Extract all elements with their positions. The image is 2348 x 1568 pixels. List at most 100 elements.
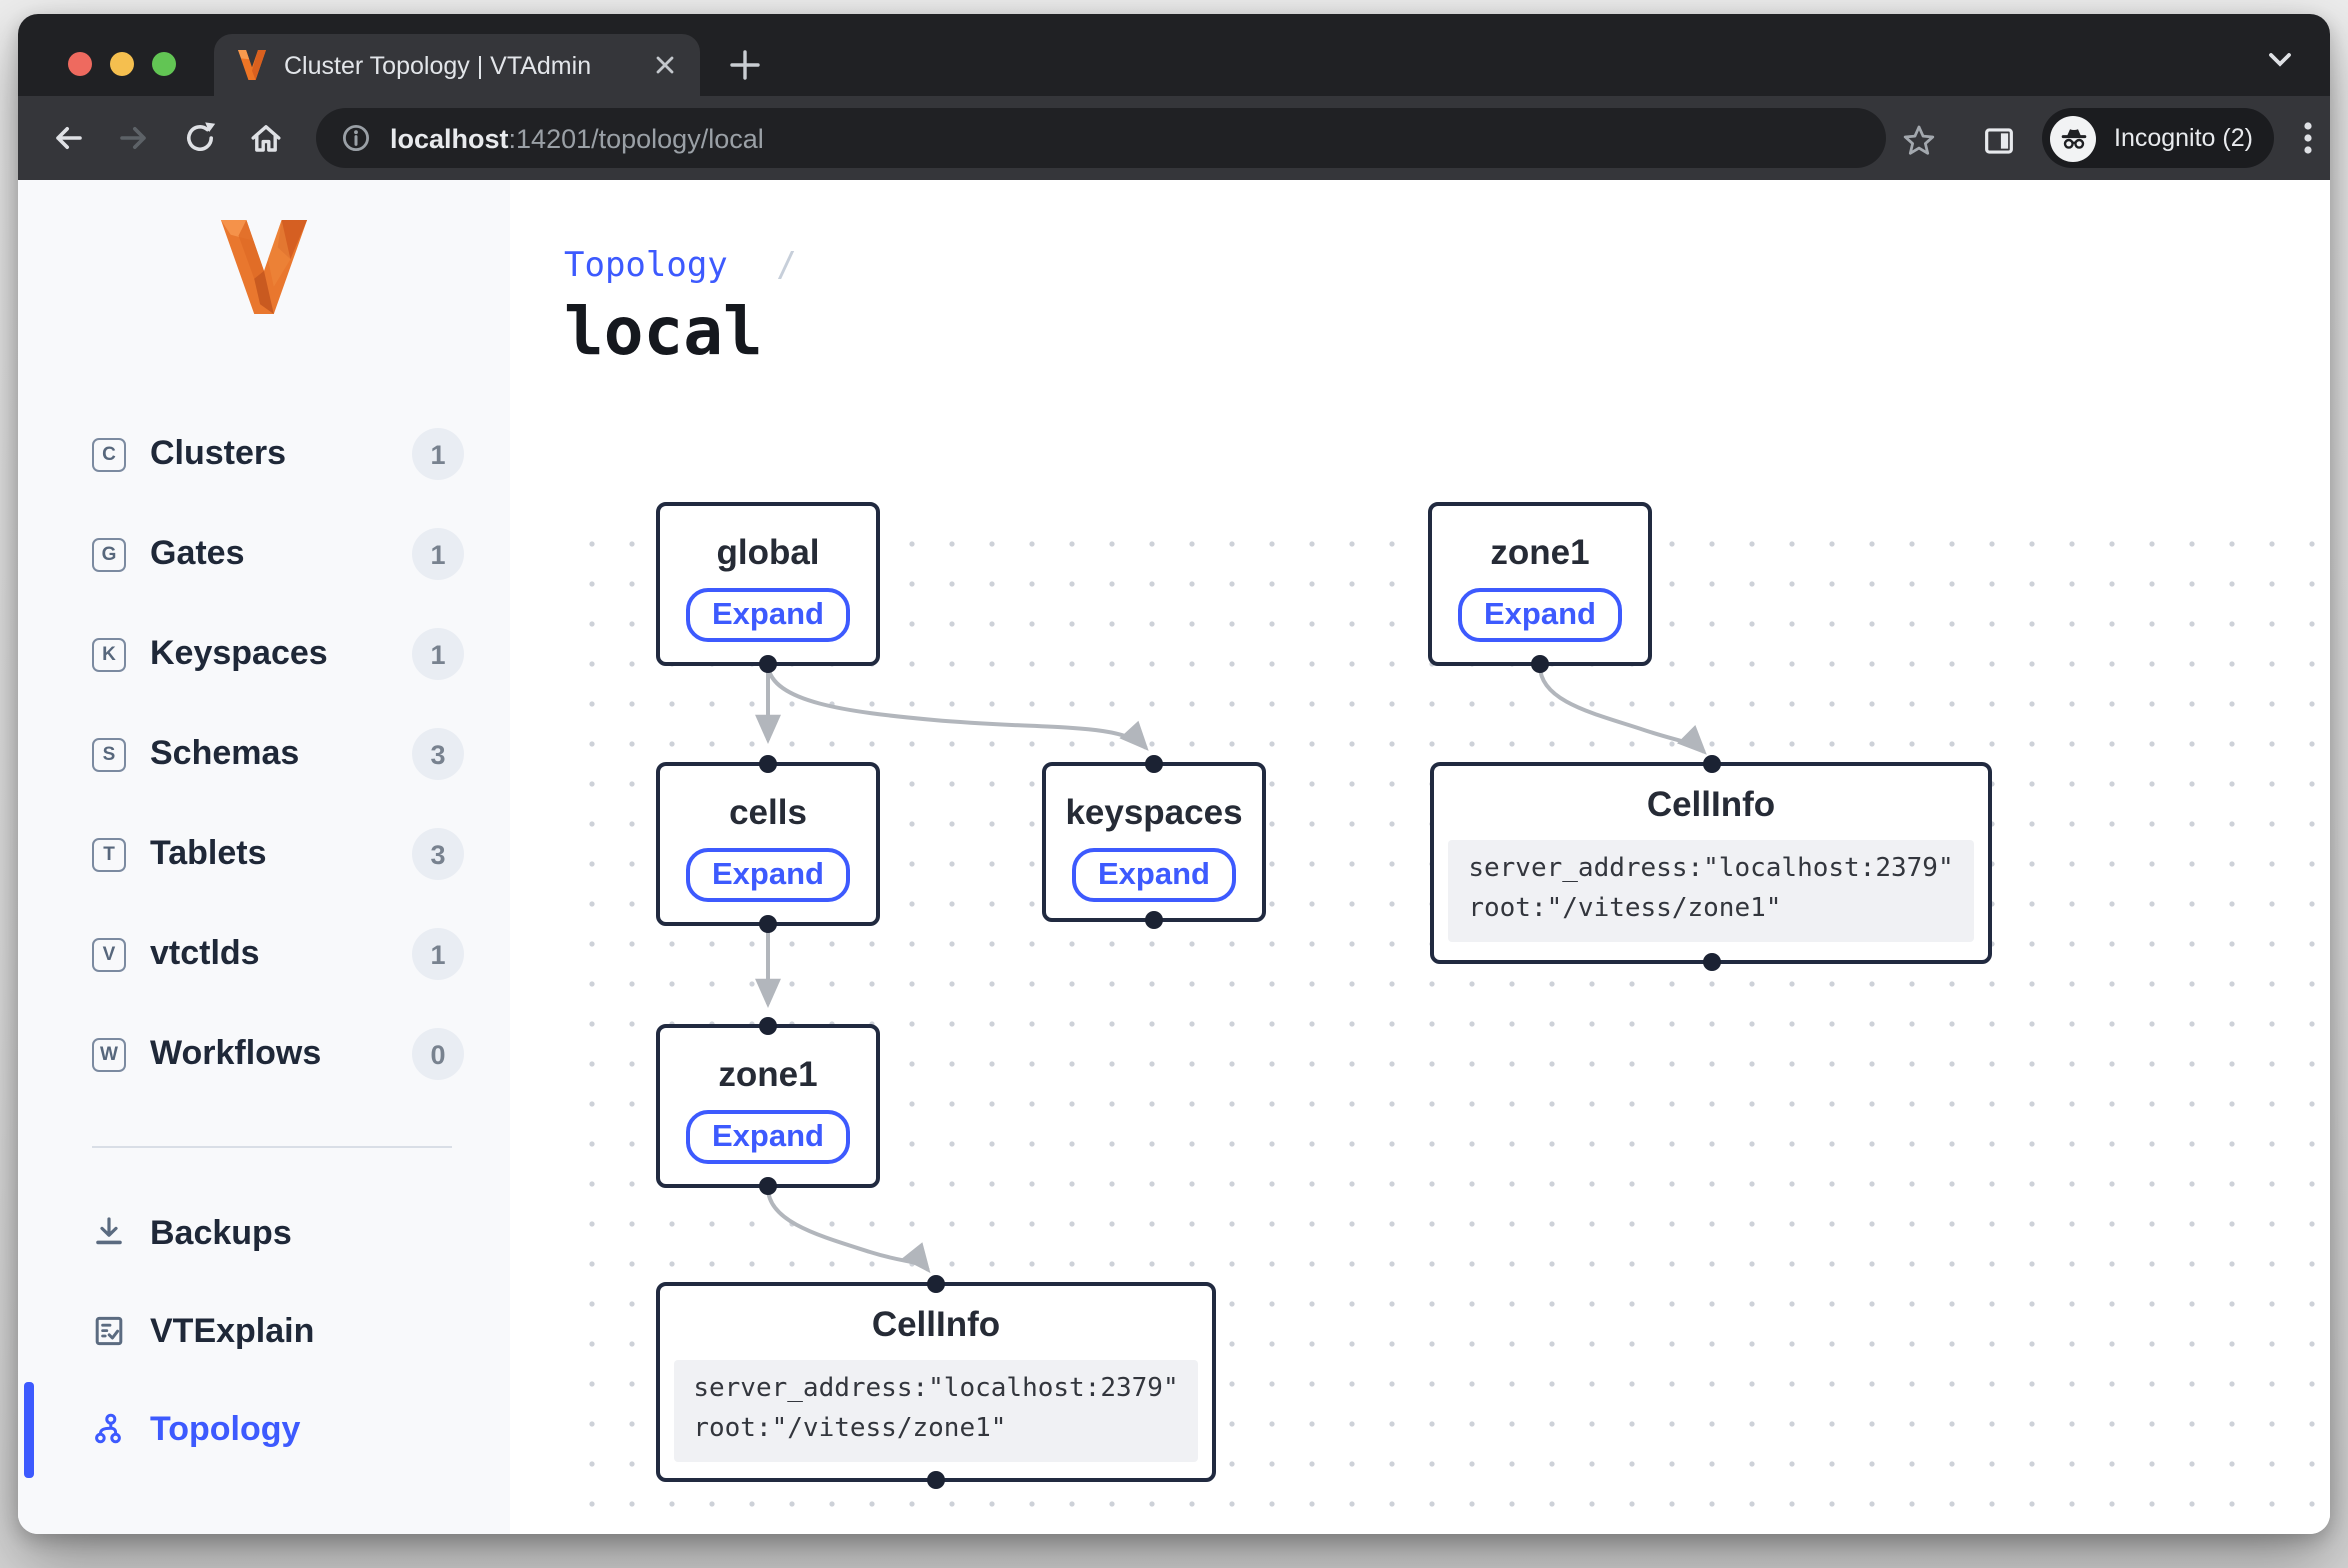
browser-menu-icon[interactable] — [2290, 120, 2326, 156]
url-host: localhost — [390, 123, 509, 153]
node-cellinfo-right: CellInfo server_address:"localhost:2379"… — [1430, 762, 1992, 964]
expand-button-zone1-top[interactable]: Expand — [1458, 588, 1622, 642]
window-zoom-button[interactable] — [152, 52, 176, 76]
keyspaces-icon: K — [92, 637, 126, 671]
count-badge: 1 — [412, 628, 464, 680]
screen: Cluster Topology | VTAdmin — [0, 0, 2348, 1568]
incognito-label: Incognito (2) — [2114, 124, 2253, 152]
count-badge: 0 — [412, 1028, 464, 1080]
node-title: zone1 — [718, 1054, 817, 1096]
connection-port — [927, 1471, 945, 1489]
node-title: global — [716, 532, 819, 574]
sidebar-item-label: Clusters — [150, 434, 286, 474]
vtctlds-icon: V — [92, 937, 126, 971]
node-title: zone1 — [1490, 532, 1589, 574]
node-cells: cells Expand — [656, 762, 880, 926]
page-content: C Clusters 1 G Gates 1 K Keyspaces 1 — [18, 180, 2330, 1534]
cellinfo-code: server_address:"localhost:2379" root:"/vi… — [673, 1360, 1198, 1463]
tab-title: Cluster Topology | VTAdmin — [284, 51, 648, 79]
sidebar-item-label: VTExplain — [150, 1311, 314, 1351]
workflows-icon: W — [92, 1037, 126, 1071]
checklist-icon — [92, 1314, 126, 1348]
sidebar-item-backups[interactable]: Backups — [18, 1184, 510, 1282]
code-line: server_address:"localhost:2379" — [693, 1374, 1178, 1404]
count-badge: 1 — [412, 428, 464, 480]
sidebar-item-label: Tablets — [150, 834, 267, 874]
expand-button-keyspaces[interactable]: Expand — [1072, 848, 1236, 902]
active-item-indicator — [24, 1382, 34, 1478]
connection-port — [759, 655, 777, 673]
node-title: keyspaces — [1065, 792, 1242, 834]
sidebar-divider — [92, 1146, 452, 1148]
new-tab-button[interactable] — [722, 42, 766, 86]
back-button[interactable] — [50, 120, 86, 156]
bookmark-star-icon[interactable] — [1900, 122, 1936, 158]
node-keyspaces: keyspaces Expand — [1042, 762, 1266, 922]
sidebar-item-label: Gates — [150, 534, 245, 574]
sidebar-item-clusters[interactable]: C Clusters 1 — [18, 404, 510, 504]
count-badge: 1 — [412, 528, 464, 580]
connection-port — [1531, 655, 1549, 673]
schemas-icon: S — [92, 737, 126, 771]
expand-button-cells[interactable]: Expand — [686, 848, 850, 902]
connection-port — [1145, 911, 1163, 929]
home-button[interactable] — [248, 120, 284, 156]
tab-close-icon[interactable] — [648, 49, 680, 81]
sidebar-item-keyspaces[interactable]: K Keyspaces 1 — [18, 604, 510, 704]
count-badge: 3 — [412, 828, 464, 880]
side-panel-icon[interactable] — [1980, 122, 2016, 158]
tablets-icon: T — [92, 837, 126, 871]
sidebar-item-schemas[interactable]: S Schemas 3 — [18, 704, 510, 804]
connection-port — [1702, 953, 1720, 971]
expand-button-global[interactable]: Expand — [686, 588, 850, 642]
window-minimize-button[interactable] — [110, 52, 134, 76]
sidebar-nav-primary: C Clusters 1 G Gates 1 K Keyspaces 1 — [18, 404, 510, 1104]
main-panel: Topology / local — [510, 180, 2330, 1534]
sidebar-item-tablets[interactable]: T Tablets 3 — [18, 804, 510, 904]
node-zone1-mid: zone1 Expand — [656, 1024, 880, 1188]
sidebar-item-workflows[interactable]: W Workflows 0 — [18, 1004, 510, 1104]
address-bar[interactable]: localhost:14201/topology/local — [316, 108, 1886, 168]
node-cellinfo-bottom: CellInfo server_address:"localhost:2379"… — [656, 1282, 1216, 1482]
sidebar-item-label: vtctlds — [150, 934, 260, 974]
connection-port — [1145, 755, 1163, 773]
page-info-icon[interactable] — [340, 122, 372, 154]
connection-port — [759, 915, 777, 933]
browser-window: Cluster Topology | VTAdmin — [18, 14, 2330, 1534]
incognito-badge[interactable]: Incognito (2) — [2042, 108, 2274, 168]
tab-search-chevron-icon[interactable] — [2258, 46, 2302, 74]
window-close-button[interactable] — [68, 52, 92, 76]
sidebar-item-vtctlds[interactable]: V vtctlds 1 — [18, 904, 510, 1004]
count-badge: 1 — [412, 928, 464, 980]
sidebar-item-label: Keyspaces — [150, 634, 328, 674]
sidebar-item-label: Backups — [150, 1213, 292, 1253]
code-line: root:"/vitess/zone1" — [693, 1414, 1006, 1444]
url-text: localhost:14201/topology/local — [390, 123, 764, 153]
connection-port — [759, 755, 777, 773]
sidebar-item-vtexplain[interactable]: VTExplain — [18, 1282, 510, 1380]
incognito-icon — [2050, 115, 2096, 161]
node-global: global Expand — [656, 502, 880, 666]
cellinfo-code: server_address:"localhost:2379"root:"/vi… — [1448, 840, 1973, 943]
node-title: CellInfo — [1647, 784, 1775, 826]
clusters-icon: C — [92, 437, 126, 471]
sidebar-item-topology[interactable]: Topology — [18, 1380, 510, 1478]
sidebar-item-gates[interactable]: G Gates 1 — [18, 504, 510, 604]
browser-tab[interactable]: Cluster Topology | VTAdmin — [214, 34, 700, 96]
gates-icon: G — [92, 537, 126, 571]
vitess-logo — [220, 220, 308, 314]
topology-icon — [92, 1412, 126, 1446]
expand-button-zone1-mid[interactable]: Expand — [686, 1110, 850, 1164]
connection-port — [759, 1017, 777, 1035]
sidebar-nav-secondary: Backups VTExplain — [18, 1184, 510, 1478]
node-zone1-top: zone1 Expand — [1428, 502, 1652, 666]
connection-port — [1702, 755, 1720, 773]
sidebar-item-label: Workflows — [150, 1034, 321, 1074]
node-title: cells — [729, 792, 807, 834]
connection-port — [927, 1275, 945, 1293]
reload-button[interactable] — [182, 120, 218, 156]
count-badge: 3 — [412, 728, 464, 780]
sidebar: C Clusters 1 G Gates 1 K Keyspaces 1 — [18, 180, 510, 1534]
forward-button[interactable] — [116, 120, 152, 156]
code-line: server_address:"localhost:2379" — [1468, 854, 1953, 884]
